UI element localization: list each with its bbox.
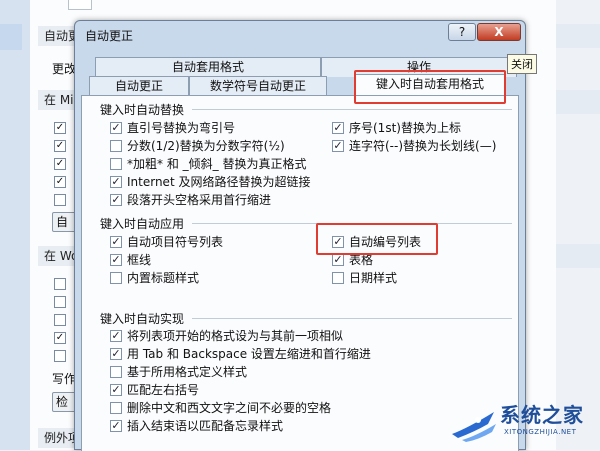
options-sidebar [0,0,30,450]
bg-checkbox[interactable] [54,194,66,206]
watermark-text: 系统之家 [500,403,584,427]
bg-checkbox[interactable] [54,296,66,308]
checkbox[interactable]: ✓ [110,384,122,396]
checkbox[interactable]: ✓ [110,122,122,134]
checkbox[interactable]: ✓ [110,330,122,342]
options-right-strip [556,0,600,450]
tab-content: 键入时自动替换 ✓ 直引号替换为弯引号 ✓ 序号(1st)替换为上标 分数(1/2)… [81,95,519,451]
bg-checkbox[interactable]: ✓ [54,332,66,344]
tab-math-autocorrect[interactable]: 数学符号自动更正 [189,76,327,96]
tab-autocorrect[interactable]: 自动更正 [89,76,189,96]
bg-change-label: 更改 [52,62,77,76]
group-automatically-label: 键入时自动实现 [100,312,185,326]
dialog-title: 自动更正 [85,29,134,43]
bg-writing-label: 写作 [52,372,77,386]
bg-checkbox[interactable]: ✓ [54,140,66,152]
close-tooltip: 关闭 [507,54,537,74]
checkbox[interactable] [332,272,344,284]
group-replace-label: 键入时自动替换 [100,103,185,117]
highlight-active-tab [354,70,506,104]
bg-checkbox[interactable] [54,314,66,326]
watermark-logo-icon [452,412,496,442]
help-button[interactable]: ? [448,23,476,41]
checkbox[interactable] [110,366,122,378]
bg-checkbox[interactable]: ✓ [54,122,66,134]
watermark-url: XITONGZHIJIA.NET [504,428,577,436]
close-button[interactable]: X [477,23,521,41]
bg-checkbox[interactable] [54,278,66,290]
checkbox[interactable] [110,272,122,284]
checkbox[interactable]: ✓ [110,348,122,360]
group-apply-label: 键入时自动应用 [100,217,185,231]
checkbox[interactable] [110,158,122,170]
highlight-auto-numbering [316,223,438,255]
checkbox[interactable]: ✓ [332,254,344,266]
tab-autoformat[interactable]: 自动套用格式 [95,57,321,77]
checkbox[interactable]: ✓ [110,254,122,266]
checkbox[interactable]: ✓ [110,176,122,188]
document-icon [68,0,92,10]
checkbox[interactable] [110,140,122,152]
checkbox[interactable]: ✓ [110,194,122,206]
checkbox[interactable]: ✓ [332,140,344,152]
checkbox[interactable]: ✓ [110,236,122,248]
bg-checkbox[interactable] [54,350,66,362]
checkbox[interactable]: ✓ [110,420,122,432]
checkbox[interactable]: ✓ [332,122,344,134]
checkbox[interactable] [110,402,122,414]
bg-checkbox[interactable]: ✓ [54,158,66,170]
bg-checkbox[interactable]: ✓ [54,176,66,188]
